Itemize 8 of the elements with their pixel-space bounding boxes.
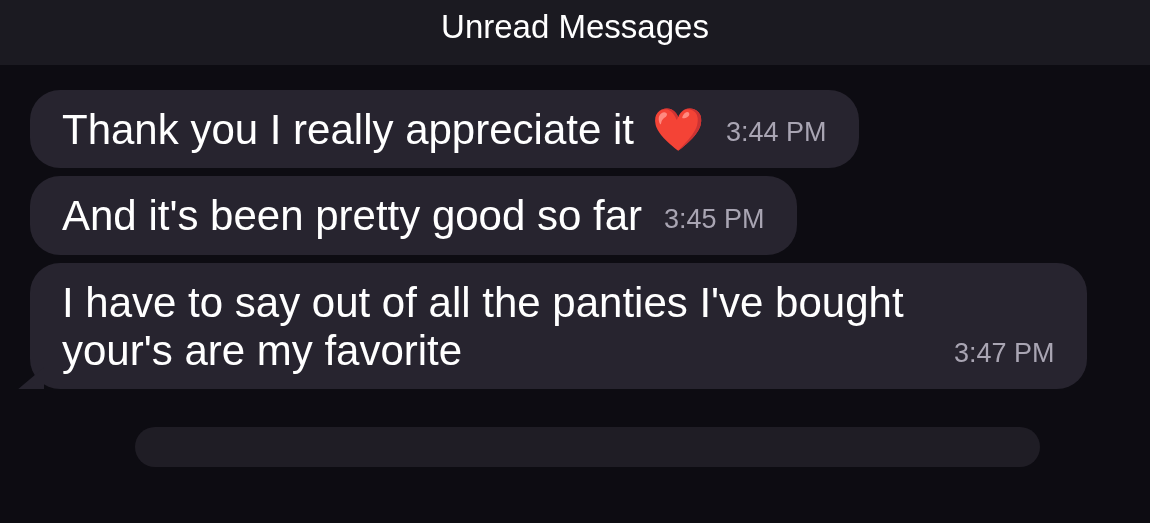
header-title: Unread Messages xyxy=(441,7,709,46)
heart-emoji: ❤ xyxy=(651,106,704,155)
message-text: Thank you I really appreciate it xyxy=(62,106,634,155)
message-text: And it's been pretty good so far xyxy=(62,192,643,241)
message-time: 3:44 PM xyxy=(725,117,827,150)
message-time: 3:45 PM xyxy=(664,203,765,236)
message-text: I have to say out of all the panties I've bought your's are my favorite xyxy=(62,278,905,376)
message-time: 3:47 PM xyxy=(954,338,1055,371)
